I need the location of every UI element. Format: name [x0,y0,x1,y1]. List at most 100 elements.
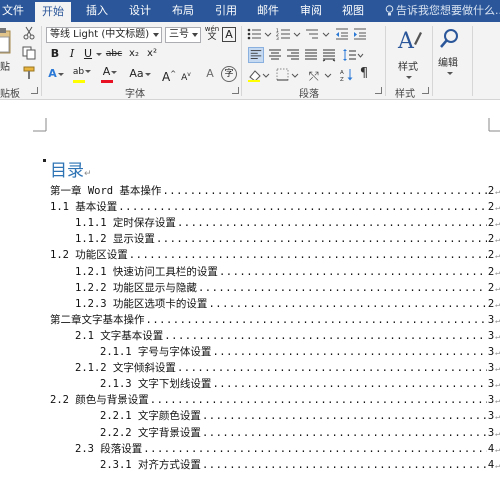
tab-1[interactable]: 开始 [35,2,71,22]
toc-entry[interactable]: 1.2.3 功能区选项卡的设置 2↵ [75,296,500,312]
toc-entry[interactable]: 2.1 文字基本设置 3↵ [75,328,500,344]
strikethrough-button[interactable]: abc [104,46,124,62]
bullets-icon[interactable] [247,27,273,41]
superscript-button[interactable]: x² [145,46,159,62]
paste-icon[interactable] [0,28,12,54]
toc-entry[interactable]: 1.1.2 显示设置 2↵ [75,231,500,247]
multilevel-list-icon[interactable] [305,27,331,41]
group-label-clipboard: 贴板 [0,89,20,100]
toc-entry[interactable]: 1.1.1 定时保存设置 2↵ [75,215,500,231]
chevron-down-icon [153,33,159,37]
font-name-combo[interactable]: 等线 Light (中文标题) [46,27,162,43]
toc-entry-text: 1.1 基本设置 [50,201,118,214]
editing-dropdown[interactable] [444,65,454,81]
paragraph-mark: ↵ [495,299,500,309]
toc-entry[interactable]: 第二章文字基本操作 3↵ [50,312,500,328]
styles-dropdown[interactable] [403,69,413,85]
svg-text:⤲: ⤲ [309,69,319,82]
toc-entry-text: 2.2.1 文字颜色设置 [100,410,201,423]
toc-page-number: 2 [487,217,495,230]
cut-icon[interactable] [22,26,36,40]
highlight-button[interactable]: ab [72,64,92,80]
enclose-char-button[interactable]: 字 [221,66,237,82]
borders-icon[interactable] [276,68,300,82]
asian-layout-icon[interactable]: ⤲ [309,68,333,82]
highlight-color-swatch [73,80,85,83]
italic-button[interactable]: I [66,46,78,62]
styles-launcher-icon[interactable] [422,87,429,94]
format-painter-icon[interactable] [22,66,36,80]
toc-entry[interactable]: 1.2.2 功能区显示与隐藏 2↵ [75,280,500,296]
tell-me-box[interactable]: 告诉我您想要做什么... [385,0,500,22]
underline-dropdown[interactable] [94,46,102,62]
sort-icon[interactable]: AZ [340,68,354,82]
subscript-button[interactable]: x₂ [127,46,141,62]
line-spacing-icon[interactable] [342,48,364,62]
numbering-icon[interactable]: 123 [276,27,302,41]
show-marks-button[interactable]: ¶ [358,66,370,82]
toc-entry-text: 1.1.2 显示设置 [75,233,155,246]
toc-entry-text: 2.1.2 文字倾斜设置 [75,362,176,375]
tab-3[interactable]: 设计 [122,0,158,22]
toc-leader-dots [202,457,487,473]
toc-heading-text: 目录 [50,161,84,181]
document-page[interactable]: 目录 ↵ 第一章 Word 基本操作2↵1.1 基本设置2↵1.1.1 定时保存设… [0,101,500,484]
font-size-combo[interactable]: 三号 [165,27,201,43]
group-separator [432,26,433,96]
home-ribbon: 贴 贴板 等线 Light (中文标题) 三号 wén 文 A B I U abc… [0,22,500,100]
toc-entry[interactable]: 2.1.1 字号与字体设置 3↵ [100,344,500,360]
font-launcher-icon[interactable] [232,87,239,94]
tab-4[interactable]: 布局 [165,0,201,22]
shrink-font-button[interactable]: Av [180,67,192,83]
find-icon[interactable] [440,28,460,50]
toc-entry[interactable]: 2.3.1 对齐方式设置 4↵ [100,457,500,473]
tab-7[interactable]: 审阅 [293,0,329,22]
toc-entry[interactable]: 1.2 功能区设置 2↵ [50,247,500,263]
grow-font-button[interactable]: A^ [162,66,176,84]
font-color-button[interactable]: A [100,64,120,80]
underline-button[interactable]: U [82,46,94,62]
toc-entry[interactable]: 第一章 Word 基本操作 2↵ [50,183,500,199]
character-border-button[interactable]: A [222,27,236,42]
crop-mark-top-left [33,118,47,132]
svg-text:A: A [340,70,344,76]
tab-0[interactable]: 文件 [0,0,26,22]
clear-format-label: A [206,67,214,80]
change-case-button[interactable]: Aa [127,66,153,82]
align-right-icon[interactable] [286,48,300,62]
text-effects-button[interactable]: A [47,66,65,82]
toc-entry[interactable]: 1.2.1 快速访问工具栏的设置 2↵ [75,264,500,280]
toc-leader-dots [208,296,486,312]
toc-entry[interactable]: 1.1 基本设置 2↵ [50,199,500,215]
clipboard-launcher-icon[interactable] [31,87,38,94]
phonetic-guide-button[interactable]: wén 文 [204,25,220,42]
chevron-down-icon [405,75,412,79]
align-center-icon[interactable] [268,48,282,62]
toc-entry[interactable]: 2.2.2 文字背景设置 3↵ [100,425,500,441]
increase-indent-icon[interactable] [353,27,367,41]
shading-icon[interactable] [247,68,271,82]
tab-5[interactable]: 引用 [208,0,244,22]
tab-8[interactable]: 视图 [335,0,371,22]
toc-entry[interactable]: 2.2.1 文字颜色设置 3↵ [100,408,500,424]
align-left-icon[interactable] [248,47,264,63]
copy-icon[interactable] [22,46,36,60]
clear-format-button[interactable]: A [203,66,217,82]
decrease-indent-icon[interactable] [335,27,349,41]
toc-entry[interactable]: 2.3 段落设置 4↵ [75,441,500,457]
lightbulb-icon [385,5,394,16]
font-name-value: 等线 Light (中文标题) [50,29,150,40]
toc-entry[interactable]: 2.1.3 文字下划线设置 3↵ [100,376,500,392]
styles-icon[interactable]: A [396,26,422,56]
group-separator [41,26,42,96]
toc-leader-dots [156,231,487,247]
tab-2[interactable]: 插入 [79,0,115,22]
tab-6[interactable]: 邮件 [250,0,286,22]
distributed-icon[interactable] [322,48,336,62]
bold-button[interactable]: B [48,46,62,62]
justify-icon[interactable] [304,48,318,62]
toc-entry[interactable]: 2.1.2 文字倾斜设置 3↵ [75,360,500,376]
toc-leader-dots [164,328,487,344]
paragraph-launcher-icon[interactable] [375,87,382,94]
toc-entry[interactable]: 2.2 颜色与背景设置 3↵ [50,392,500,408]
